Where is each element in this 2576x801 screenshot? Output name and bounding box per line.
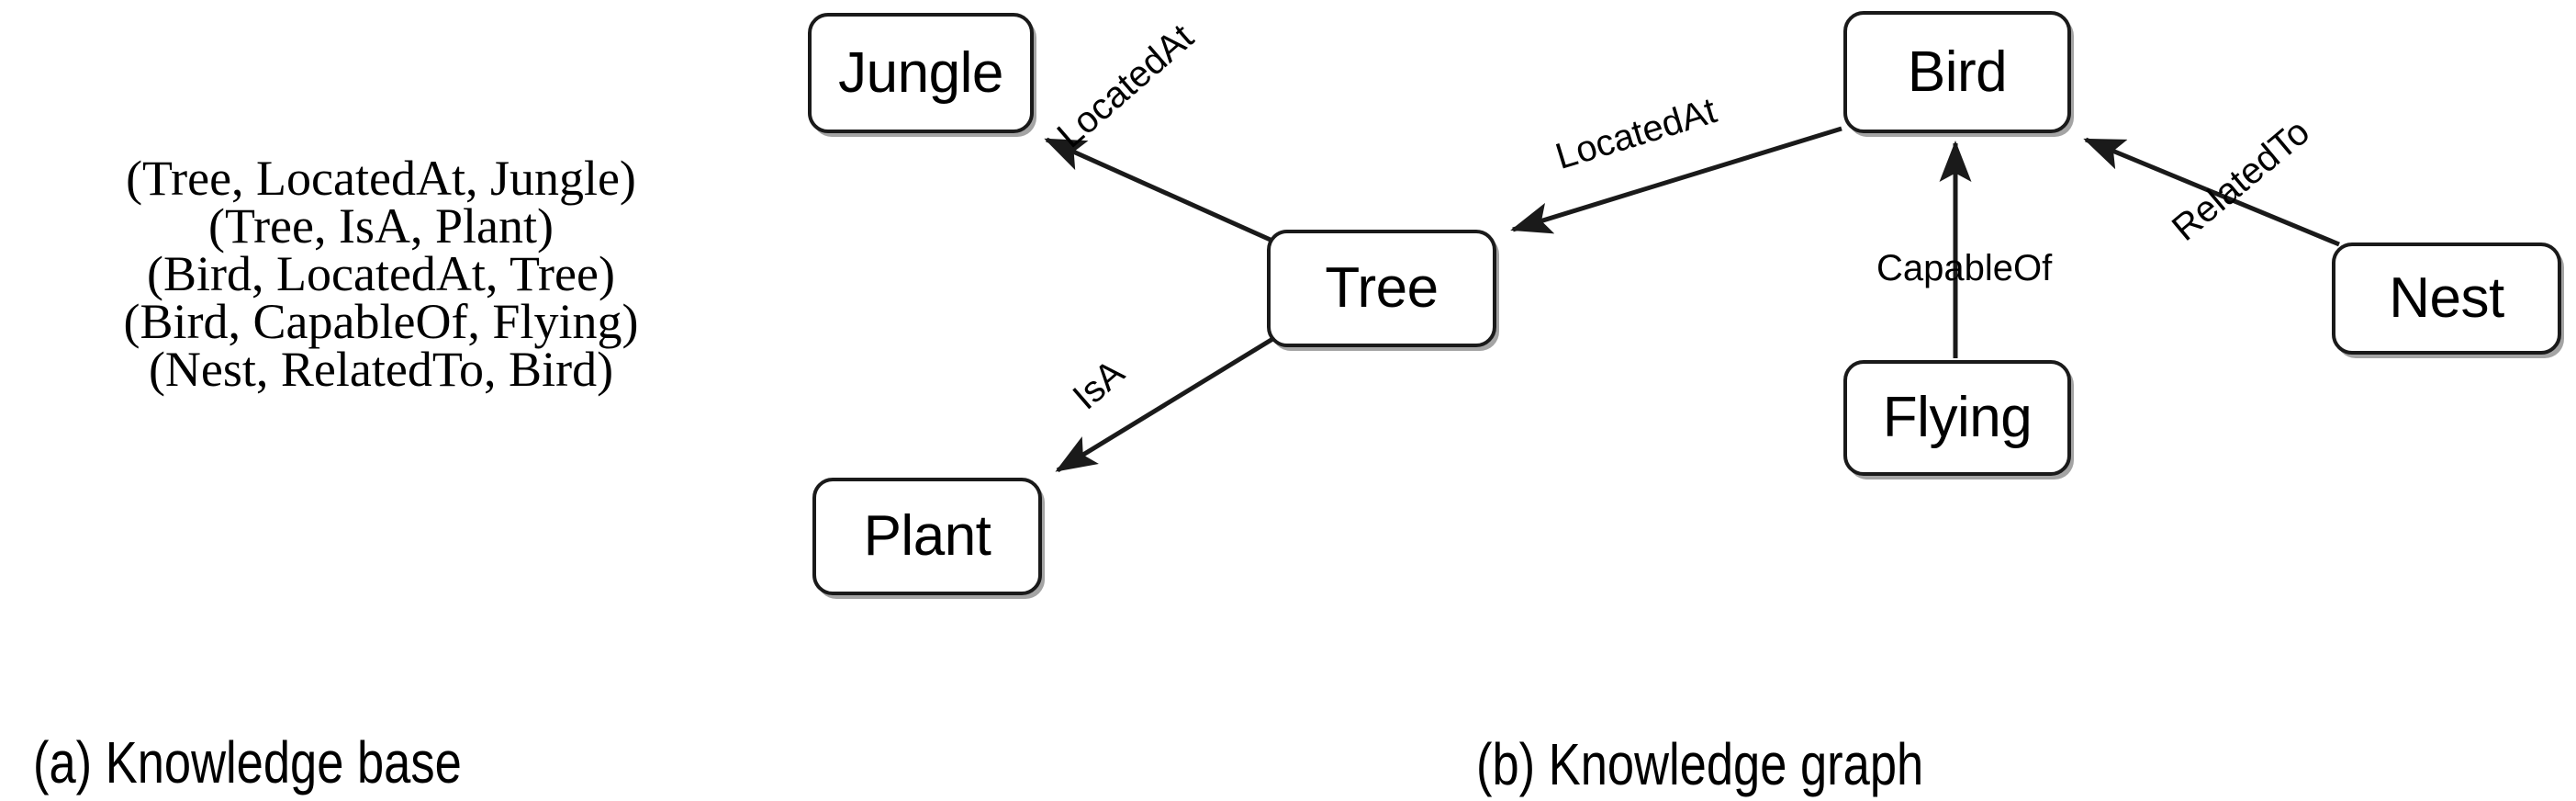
graph-node-tree[interactable]: Tree [1267,230,1496,347]
graph-node-label: Plant [863,504,991,568]
graph-node-label: Tree [1325,256,1439,320]
figure-canvas: (Tree, LocatedAt, Jungle) (Tree, IsA, Pl… [0,0,2576,801]
graph-node-flying[interactable]: Flying [1843,360,2071,476]
graph-node-jungle[interactable]: Jungle [808,13,1034,133]
panel-a-caption: (a) Knowledge base [33,729,462,795]
graph-node-label: Nest [2389,266,2504,330]
graph-node-plant[interactable]: Plant [812,478,1042,595]
panel-b-caption: (b) Knowledge graph [1476,731,1924,797]
edge-line-tree-jungle [1044,137,1274,243]
graph-node-label: Bird [1907,39,2008,104]
graph-node-nest[interactable]: Nest [2332,243,2561,355]
graph-node-label: Flying [1882,386,2033,449]
graph-node-label: Jungle [838,40,1003,105]
graph-node-bird[interactable]: Bird [1843,11,2071,133]
knowledge-graph-panel: Jungle Tree Plant Bird Flying Nest Locat… [0,0,2576,643]
edge-label-flying-bird: CapableOf [1876,248,2053,288]
